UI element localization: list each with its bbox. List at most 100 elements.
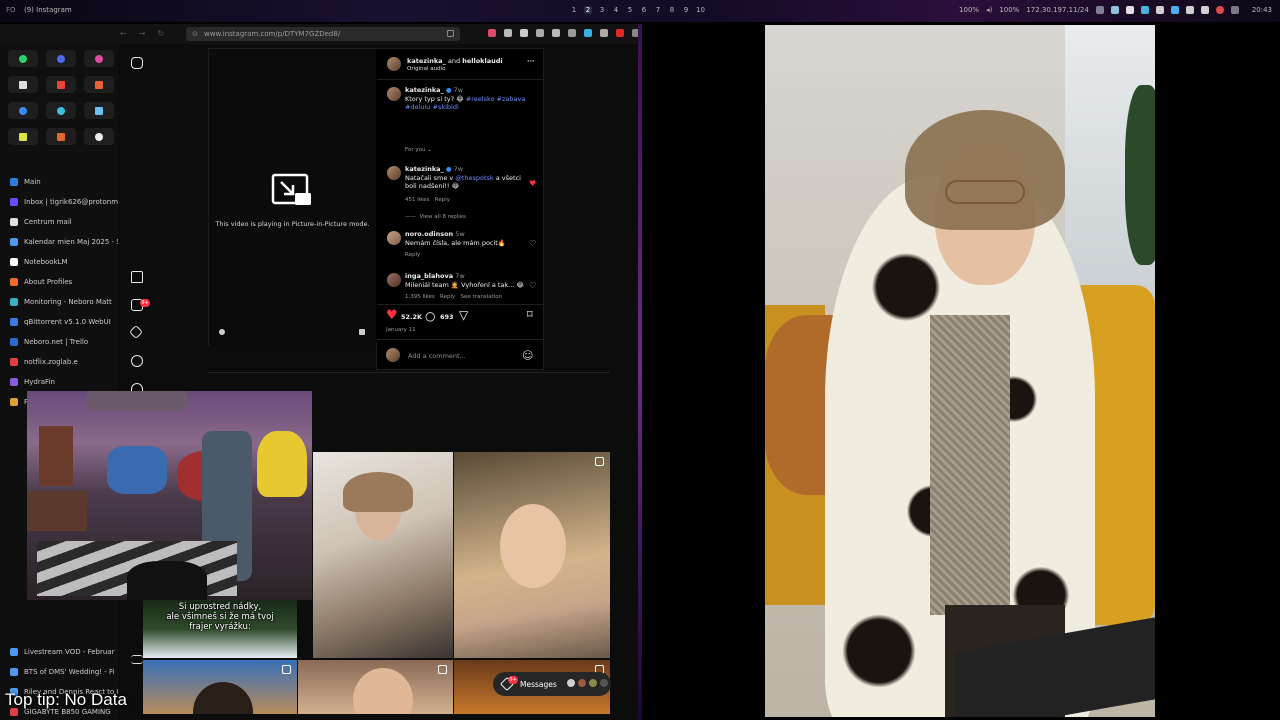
mute-icon[interactable]: [359, 329, 365, 335]
browser-tab[interactable]: notflix.zoglab.e: [0, 352, 118, 372]
avatar[interactable]: [387, 273, 401, 287]
audio-label[interactable]: Original audio: [407, 66, 446, 72]
workspace-6[interactable]: 6: [640, 6, 648, 14]
messages-drawer-button[interactable]: 9+ Messages: [493, 672, 611, 696]
reader-mode-icon[interactable]: [447, 30, 454, 37]
tray-app-icon[interactable]: [1155, 6, 1164, 14]
pinned-tab[interactable]: [84, 76, 114, 93]
url-bar[interactable]: ⊙ www.instagram.com/p/DTYM7GZDed8/: [186, 27, 460, 41]
reply-button[interactable]: Reply: [440, 294, 455, 300]
reload-icon[interactable]: ↻: [157, 29, 164, 38]
browser-tab[interactable]: Kalendar mien Maj 2025 - S: [0, 232, 118, 252]
browser-tab[interactable]: NotebookLM: [0, 252, 118, 272]
browser-tab[interactable]: Neboro.net | Trello: [0, 332, 118, 352]
tray-app-icon[interactable]: [1110, 6, 1119, 14]
view-replies[interactable]: —— View all 8 replies: [405, 214, 466, 220]
reel-thumbnail[interactable]: [298, 660, 453, 714]
comment-likes[interactable]: 451 likes: [405, 197, 430, 203]
caption-username[interactable]: katezinka_: [405, 86, 444, 94]
browser-tab[interactable]: Inbox | tigrik626@protonm: [0, 192, 118, 212]
extension-icon[interactable]: [536, 29, 544, 37]
like-button-icon[interactable]: ♥: [386, 308, 398, 323]
pinned-tab[interactable]: [84, 50, 114, 67]
workspace-2[interactable]: 2: [584, 6, 592, 14]
tray-app-icon[interactable]: [1215, 6, 1224, 14]
share-icon[interactable]: ▽: [459, 308, 468, 322]
avatar[interactable]: [387, 166, 401, 180]
pinned-tab[interactable]: [8, 50, 38, 67]
see-translation-link[interactable]: See translation: [461, 294, 503, 300]
volume-icon[interactable]: ◂): [986, 6, 992, 14]
comment-username[interactable]: noro.odinson: [405, 230, 453, 238]
reel-thumbnail[interactable]: Si uprostred nádky, ale všimneš si že má…: [143, 600, 297, 658]
workspace-1[interactable]: 1: [570, 6, 578, 14]
emoji-icon[interactable]: ☺: [522, 349, 533, 362]
tray-app-icon[interactable]: [1125, 6, 1134, 14]
tray-app-icon[interactable]: [1140, 6, 1149, 14]
pinned-tab[interactable]: [8, 128, 38, 145]
tray-app-icon[interactable]: [1170, 6, 1179, 14]
instagram-logo-icon[interactable]: [131, 57, 143, 69]
tray-app-icon[interactable]: [1230, 6, 1239, 14]
extension-icon[interactable]: [600, 29, 608, 37]
heart-icon[interactable]: ♡: [529, 239, 536, 248]
browser-tab[interactable]: Livestream VOD - Februar: [0, 642, 118, 662]
heart-icon[interactable]: ♡: [529, 281, 536, 290]
more-menu-icon[interactable]: [131, 655, 143, 664]
avatar[interactable]: [387, 57, 401, 71]
reply-button[interactable]: Reply: [435, 197, 450, 203]
workspace-7[interactable]: 7: [654, 6, 662, 14]
reel-thumbnail[interactable]: [454, 452, 610, 658]
extension-icon[interactable]: [584, 29, 592, 37]
pinned-tab[interactable]: [84, 128, 114, 145]
like-count[interactable]: 52.2K: [401, 313, 422, 322]
avatar[interactable]: [387, 231, 401, 245]
pip-video-player[interactable]: [765, 25, 1155, 717]
comment-icon[interactable]: ○: [425, 309, 435, 323]
avatar[interactable]: [387, 87, 401, 101]
reply-button[interactable]: Reply: [405, 252, 420, 258]
save-bookmark-icon[interactable]: ⌑: [527, 308, 533, 321]
collab-username[interactable]: helloklaudi: [462, 57, 502, 65]
workspace-4[interactable]: 4: [612, 6, 620, 14]
browser-tab[interactable]: Centrum mail: [0, 212, 118, 232]
workspace-switcher[interactable]: 1 2 3 4 5 6 7 8 9 10: [570, 6, 705, 14]
video-area[interactable]: This video is playing in Picture-in-Pict…: [209, 49, 376, 347]
forward-icon[interactable]: →: [139, 29, 146, 38]
back-icon[interactable]: ←: [120, 29, 127, 38]
browser-tab[interactable]: HydraFin: [0, 372, 118, 392]
workspace-9[interactable]: 9: [682, 6, 690, 14]
workspace-3[interactable]: 3: [598, 6, 606, 14]
comment-mention[interactable]: @thespotsk: [455, 174, 493, 182]
extension-icon[interactable]: [520, 29, 528, 37]
browser-tab[interactable]: About Profiles: [0, 272, 118, 292]
extension-icon[interactable]: [504, 29, 512, 37]
pinned-tab[interactable]: [46, 102, 76, 119]
extension-icon[interactable]: [568, 29, 576, 37]
pinned-tab[interactable]: [46, 128, 76, 145]
user-tags-icon[interactable]: [219, 329, 225, 335]
workspace-5[interactable]: 5: [626, 6, 634, 14]
add-comment-input[interactable]: Add a comment...: [408, 352, 466, 361]
browser-tab[interactable]: qBittorrent v5.1.0 WebUI: [0, 312, 118, 332]
pinned-tab[interactable]: [8, 102, 38, 119]
workspace-10[interactable]: 10: [696, 6, 705, 14]
extension-icon[interactable]: [616, 29, 624, 37]
tray-app-icon[interactable]: [1200, 6, 1209, 14]
pinned-tab[interactable]: [84, 102, 114, 119]
browser-tab[interactable]: Main: [0, 172, 118, 192]
liked-heart-icon[interactable]: ♥: [529, 179, 536, 188]
more-options-icon[interactable]: ···: [527, 57, 534, 66]
comment-username[interactable]: inga_blahova: [405, 272, 453, 280]
extension-icon[interactable]: [552, 29, 560, 37]
pinned-tab[interactable]: [46, 50, 76, 67]
home-icon[interactable]: [131, 271, 143, 283]
comment-username[interactable]: katezinka_: [405, 165, 444, 173]
for-you-filter[interactable]: For you ⌄: [405, 147, 432, 153]
messages-icon[interactable]: [128, 324, 144, 340]
comment-likes[interactable]: 1,395 likes: [405, 294, 435, 300]
workspace-8[interactable]: 8: [668, 6, 676, 14]
pinned-tab[interactable]: [46, 76, 76, 93]
extension-icon[interactable]: [488, 29, 496, 37]
author-username[interactable]: katezinka_: [407, 57, 446, 65]
